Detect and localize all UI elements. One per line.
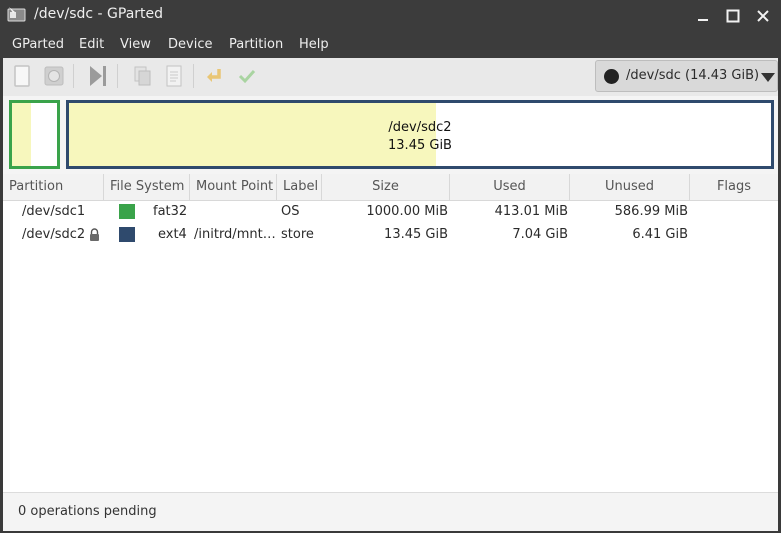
apply-button[interactable] [232,61,262,91]
column-header-label[interactable]: Label [277,174,322,200]
device-selector-label: /dev/sdc (14.43 GiB) [626,68,760,83]
copy-icon [134,66,151,86]
maximize-button[interactable] [725,8,741,24]
row-unused: 6.41 GiB [632,227,688,242]
menu-view[interactable]: View [120,37,151,52]
menu-gparted[interactable]: GParted [12,37,64,52]
row-label: store [281,227,314,242]
menu-partition[interactable]: Partition [229,37,283,52]
column-header-mount-point[interactable]: Mount Point [190,174,277,200]
delete-partition-button[interactable] [39,61,69,91]
row-partition: /dev/sdc2 [22,227,86,242]
row-partition: /dev/sdc1 [22,204,86,219]
resize-move-button[interactable] [83,61,113,91]
undo-button[interactable] [201,61,231,91]
table-header: Partition File System Mount Point Label … [3,174,778,201]
new-icon [14,65,30,87]
column-header-file-system[interactable]: File System [104,174,190,200]
menu-help[interactable]: Help [299,37,329,52]
status-bar: 0 operations pending [3,492,778,531]
operations-pending-status: 0 operations pending [18,504,157,519]
row-filesystem: ext4 [158,227,187,242]
copy-button[interactable] [127,61,157,91]
resize-move-icon [90,66,106,86]
close-button[interactable] [755,8,771,24]
row-size: 13.45 GiB [384,227,448,242]
toolbar: /dev/sdc (14.43 GiB) [3,58,778,97]
new-partition-button[interactable] [8,61,38,91]
row-used: 413.01 MiB [494,204,568,219]
toolbar-separator [73,64,74,88]
filesystem-color-swatch [119,204,135,219]
row-used: 7.04 GiB [512,227,568,242]
partition-used-bar [12,103,31,166]
device-selector[interactable]: /dev/sdc (14.43 GiB) [595,60,778,92]
apply-icon [238,69,256,84]
row-label: OS [281,204,300,219]
row-size: 1000.00 MiB [366,204,448,219]
menu-device[interactable]: Device [168,37,212,52]
column-header-used[interactable]: Used [450,174,570,200]
lock-icon [89,228,100,241]
partition-map: /dev/sdc2 13.45 GiB [3,96,778,174]
row-mount-point: /initrd/mnt… [194,227,276,242]
column-header-partition[interactable]: Partition [3,174,104,200]
filesystem-color-swatch [119,227,135,242]
gparted-window: /dev/sdc - GParted GParted Edit View Dev… [0,0,781,533]
row-flags [694,200,774,223]
table-row[interactable]: /dev/sdc2 ext4 /initrd/mnt… store 13.45 … [3,223,778,246]
title-bar: /dev/sdc - GParted [0,0,781,32]
partition-map-name: /dev/sdc2 [388,120,452,135]
row-filesystem: fat32 [153,204,188,219]
column-header-unused[interactable]: Unused [570,174,690,200]
minimize-button[interactable] [695,8,711,24]
partition-map-sdc2[interactable]: /dev/sdc2 13.45 GiB [66,100,774,169]
disk-icon [604,69,619,84]
partition-map-sdc1[interactable] [9,100,60,169]
column-header-flags[interactable]: Flags [690,174,778,200]
column-header-size[interactable]: Size [322,174,450,200]
paste-icon [166,65,182,87]
menu-edit[interactable]: Edit [79,37,104,52]
row-flags [694,223,774,246]
gparted-app-icon [7,6,27,24]
toolbar-separator [117,64,118,88]
menu-bar: GParted Edit View Device Partition Help [0,32,781,58]
dropdown-arrow-icon [761,73,775,82]
undo-icon [207,69,221,82]
partition-map-size: 13.45 GiB [388,138,452,153]
delete-icon [44,66,64,86]
paste-button[interactable] [159,61,189,91]
row-unused: 586.99 MiB [614,204,688,219]
toolbar-separator [193,64,194,88]
window-title: /dev/sdc - GParted [34,6,164,22]
table-row[interactable]: /dev/sdc1 fat32 OS 1000.00 MiB 413.01 Mi… [3,200,778,223]
partition-table: Partition File System Mount Point Label … [3,174,778,492]
row-mount-point [194,200,274,223]
